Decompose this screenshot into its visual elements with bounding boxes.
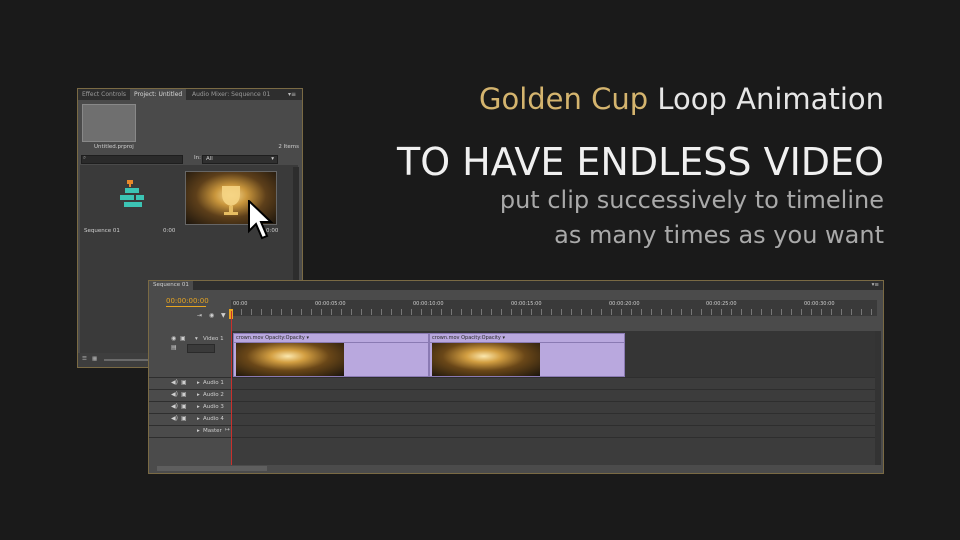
timeline-clip[interactable]: crown.mov Opacity:Opacity ▾ [429, 333, 625, 377]
lock-icon[interactable]: ▣ [181, 415, 187, 422]
timecode-underline [166, 306, 206, 307]
timeline-vertical-scrollbar[interactable] [875, 331, 881, 465]
sequence-item-duration: 0:00 [163, 228, 176, 234]
speaker-icon[interactable]: ◀) [171, 391, 178, 398]
track-divider [149, 413, 877, 414]
video-track-toggle[interactable]: ▾ [195, 336, 198, 342]
promo-subline-2: as many times as you want [554, 221, 884, 249]
marker-icon[interactable]: ◉ [209, 312, 214, 319]
speaker-icon[interactable]: ◀) [171, 379, 178, 386]
sequence-item-name: Sequence 01 [84, 228, 120, 234]
speaker-icon[interactable]: ◀) [171, 403, 178, 410]
audio-track-label: Audio 3 [203, 404, 224, 410]
timecode-display[interactable]: 00:00:00:00 [166, 297, 209, 305]
item-count: 2 Items [278, 144, 299, 150]
in-label: In: [194, 155, 201, 161]
track-divider [149, 377, 877, 378]
project-filename: Untitled.prproj [94, 144, 134, 150]
audio-track-label: Audio 4 [203, 416, 224, 422]
audio-track-label: Audio 1 [203, 380, 224, 386]
add-marker-icon[interactable]: ▼ [221, 312, 226, 319]
ruler-label: 00:00:15:00 [511, 301, 542, 307]
timeline-tabs: Sequence 01 ▾≡ [149, 281, 883, 290]
project-panel-tabs: Effect Controls Project: Untitled Audio … [78, 89, 302, 100]
ruler-label: 00:00:25:00 [706, 301, 737, 307]
preview-thumbnail [82, 104, 136, 142]
master-link-icon: ↦ [225, 427, 230, 433]
ruler-label: 00:00:30:00 [804, 301, 835, 307]
keyframe-nav[interactable] [187, 344, 215, 353]
playhead-line [231, 311, 232, 465]
tab-sequence[interactable]: Sequence 01 [149, 281, 193, 290]
timeline-clip[interactable]: crown.mov Opacity:Opacity ▾ [233, 333, 429, 377]
promo-title-gold: Golden Cup [479, 82, 649, 116]
eye-icon[interactable]: ◉ [171, 335, 176, 342]
audio-track-label: Audio 2 [203, 392, 224, 398]
ruler-label: 00:00:05:00 [315, 301, 346, 307]
clip-frame [236, 343, 344, 376]
clip-frame [432, 343, 540, 376]
in-dropdown-value: All [206, 156, 213, 162]
mouse-cursor-icon [248, 198, 274, 246]
track-divider [149, 437, 877, 438]
snap-icon[interactable]: ⇥ [197, 312, 202, 319]
tab-project[interactable]: Project: Untitled [130, 89, 187, 100]
ruler-ticks [231, 309, 877, 315]
master-track-label: Master [203, 428, 222, 434]
ruler-label: 00:00 [233, 301, 248, 307]
promo-headline: TO HAVE ENDLESS VIDEO [396, 140, 884, 184]
chevron-down-icon: ▾ [271, 156, 274, 162]
timeline-panel: Sequence 01 ▾≡ 00:00:00:00 00:00 00:00:0… [148, 280, 884, 474]
lock-icon[interactable]: ▣ [181, 379, 187, 386]
ruler-label: 00:00:20:00 [609, 301, 640, 307]
audio-track-toggle[interactable]: ▸ [197, 404, 200, 410]
track-divider [149, 389, 877, 390]
ruler-label: 00:00:10:00 [413, 301, 444, 307]
lock-icon[interactable]: ▣ [180, 335, 186, 342]
tab-effect-controls[interactable]: Effect Controls [78, 89, 130, 100]
clip-label: crown.mov Opacity:Opacity ▾ [236, 335, 309, 341]
timeline-menu-icon[interactable]: ▾≡ [872, 282, 879, 288]
audio-track-toggle[interactable]: ▸ [197, 416, 200, 422]
audio-track-toggle[interactable]: ▸ [197, 380, 200, 386]
track-divider [149, 425, 877, 426]
icon-view-icon[interactable]: ▦ [92, 356, 97, 362]
clip-label: crown.mov Opacity:Opacity ▾ [432, 335, 505, 341]
search-icon: ⌕ [83, 155, 87, 161]
audio-track-toggle[interactable]: ▸ [197, 392, 200, 398]
track-divider [149, 401, 877, 402]
lock-icon[interactable]: ▣ [181, 391, 187, 398]
video-track-label: Video 1 [203, 336, 224, 342]
keyframe-icon[interactable]: ▤ [171, 344, 177, 351]
in-dropdown[interactable]: All ▾ [202, 155, 278, 164]
speaker-icon[interactable]: ◀) [171, 415, 178, 422]
promo-title: Golden Cup Loop Animation [479, 82, 884, 116]
search-input[interactable]: ⌕ [81, 155, 183, 164]
list-view-icon[interactable]: ☰ [82, 356, 87, 362]
panel-menu-icon[interactable]: ▾≡ [284, 89, 300, 100]
tab-audio-mixer[interactable]: Audio Mixer: Sequence 01 [188, 89, 274, 100]
promo-title-rest: Loop Animation [657, 82, 884, 116]
master-track-toggle[interactable]: ▸ [197, 428, 200, 434]
lock-icon[interactable]: ▣ [181, 403, 187, 410]
promo-subline-1: put clip successively to timeline [499, 186, 884, 214]
timeline-zoom-scrollbar[interactable] [157, 466, 267, 471]
sequence-icon[interactable] [118, 180, 148, 218]
